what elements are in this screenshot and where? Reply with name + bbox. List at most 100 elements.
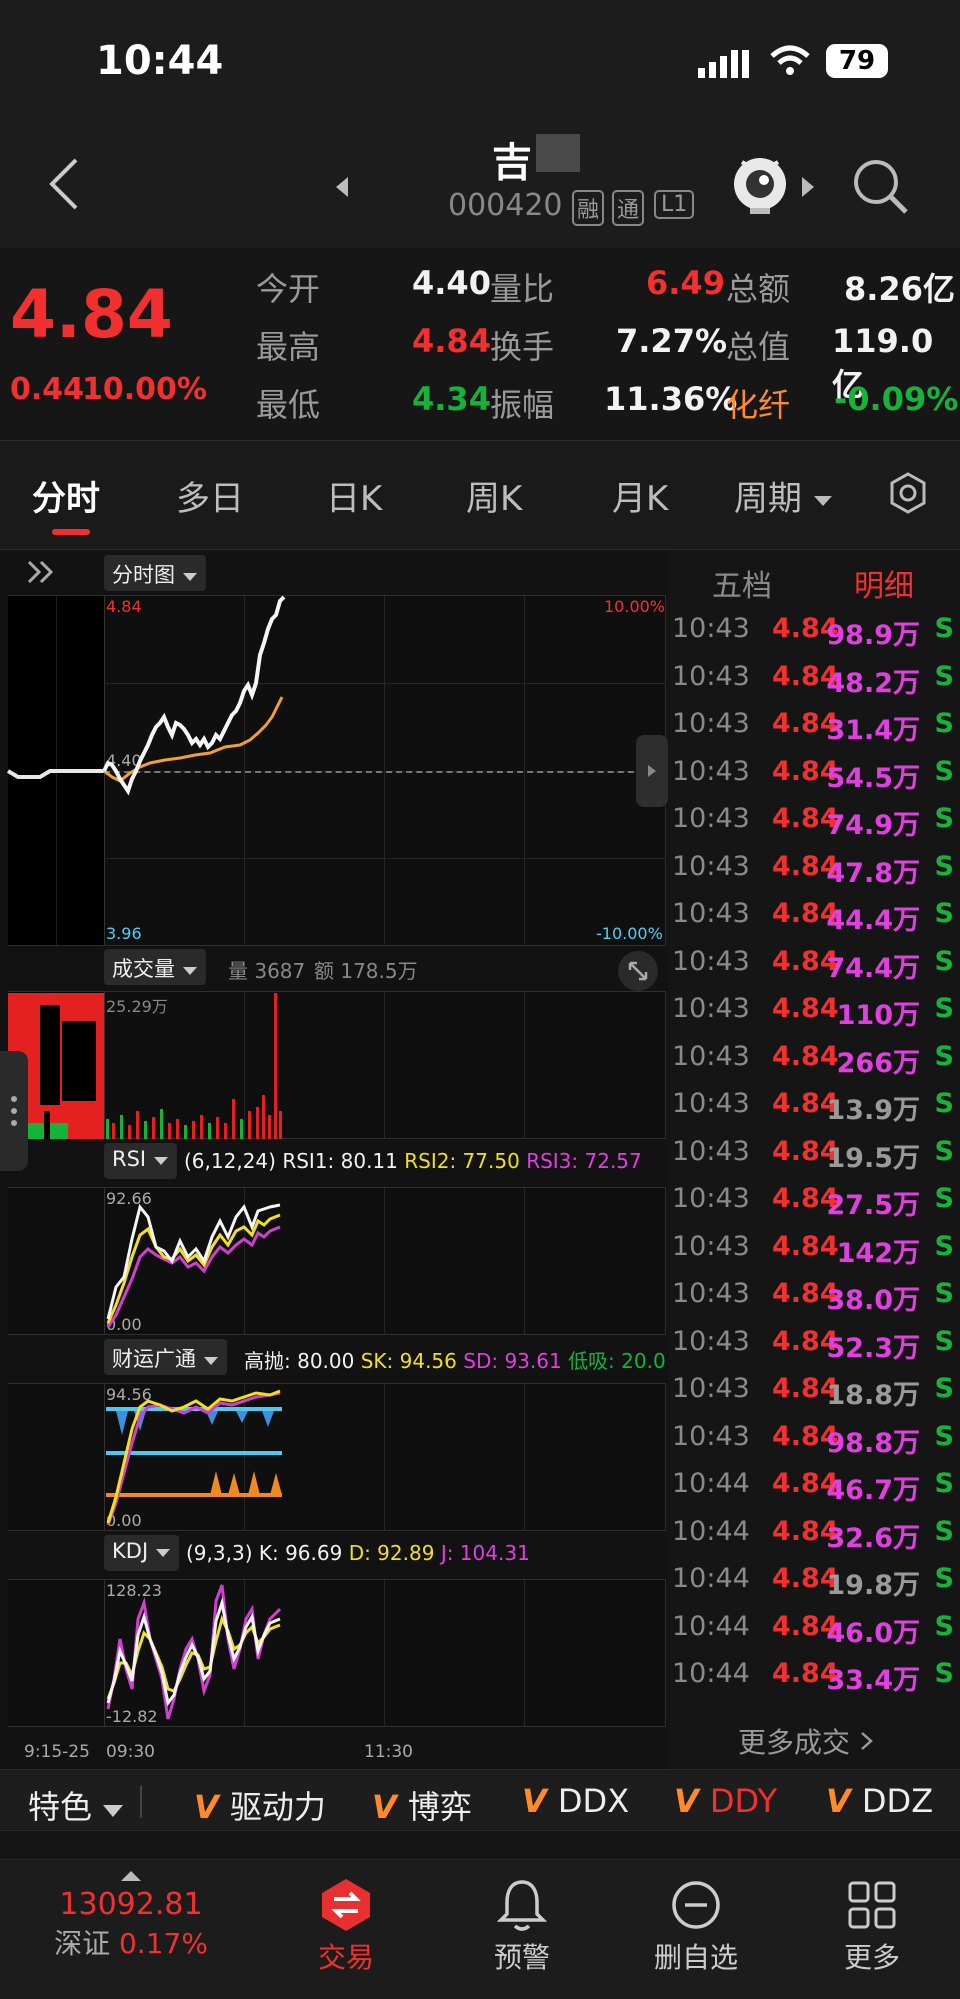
indicator-item-ddz[interactable]: V DDZ: [826, 1782, 933, 1820]
status-time: 10:44: [96, 38, 224, 84]
kdj-label: KDJ: [112, 1539, 149, 1563]
chart-area: 分时图 4.84 10.00% 4.40 3.96 -10.00% 成交量 量 …: [0, 551, 668, 1769]
tab-daily-k[interactable]: 日K: [326, 471, 382, 520]
sector-label[interactable]: 化纤: [726, 380, 790, 426]
signal-icon: [698, 48, 752, 82]
nav-alert[interactable]: 预警: [452, 1874, 592, 1976]
trade-side: S: [934, 708, 954, 739]
wifi-icon: [770, 44, 810, 82]
trade-row: 10:43 4.84 110万 S: [668, 993, 960, 1041]
chevron-down-icon: [155, 1549, 170, 1557]
stat-label: 最高: [256, 328, 321, 366]
indicator-item-ddx[interactable]: V DDX: [522, 1782, 629, 1820]
trade-volume: 46.0万: [826, 1617, 920, 1649]
rsi3-value: RSI3: 72.57: [526, 1149, 642, 1173]
tab-trade-detail[interactable]: 明细: [854, 561, 914, 605]
tab-monthly-k[interactable]: 月K: [612, 471, 668, 520]
trade-volume: 142万: [836, 1237, 920, 1269]
stat-row-1: 今开 4.40 量比 6.49 总额 8.26亿: [0, 264, 960, 314]
trade-volume: 266万: [836, 1047, 920, 1079]
back-icon[interactable]: [44, 154, 84, 218]
indicator-item-label: DDX: [557, 1782, 630, 1820]
trade-time: 10:44: [672, 1610, 750, 1642]
stat-label: 总额: [726, 270, 791, 308]
trade-side: S: [934, 660, 954, 692]
stock-name: 吉: [492, 140, 532, 186]
trade-time: 10:43: [672, 1373, 750, 1404]
sk-value: SK: 94.56: [360, 1349, 457, 1373]
trade-volume: 74.9万: [826, 810, 920, 841]
trade-row: 10:43 4.84 74.9万 S: [668, 803, 960, 851]
more-trades-link[interactable]: 更多成交: [738, 1721, 875, 1761]
collapse-sidebar-icon[interactable]: [26, 559, 56, 589]
amount-info: 额 178.5万: [314, 959, 418, 983]
indicator-selector[interactable]: 财运广通: [104, 1339, 227, 1375]
indicator-item-game[interactable]: V 博弈: [372, 1782, 472, 1828]
rsi-readout: (6,12,24) RSI1: 80.11 RSI2: 77.50 RSI3: …: [184, 1149, 642, 1173]
nav-trade[interactable]: 交易: [276, 1874, 416, 1976]
kdj-selector[interactable]: KDJ: [104, 1535, 179, 1571]
sd-value: SD: 93.61: [463, 1349, 562, 1373]
stat-value: 6.49: [646, 264, 725, 302]
trade-volume: 27.5万: [826, 1190, 920, 1221]
next-stock-icon[interactable]: [800, 176, 816, 202]
trade-row: 10:44 4.84 32.6万 S: [668, 1516, 960, 1564]
trade-side: S: [934, 613, 954, 644]
trade-volume: 52.3万: [826, 1332, 920, 1364]
nav-remove-watchlist-label: 删自选: [653, 1941, 738, 1974]
trade-time: 10:43: [672, 945, 750, 977]
grid-icon: [848, 1881, 896, 1929]
settings-icon[interactable]: [886, 471, 930, 519]
quote-panel: 4.84 0.44 10.00% 今开 4.40 量比 6.49 总额 8.26…: [0, 248, 960, 440]
fullscreen-icon[interactable]: [618, 951, 658, 991]
kdj-k-value: K: 96.69: [258, 1541, 343, 1565]
name-redaction: [536, 134, 580, 172]
indicator-item-driving[interactable]: V 驱动力: [194, 1782, 326, 1828]
trade-time: 10:43: [672, 898, 750, 929]
tab-intraday[interactable]: 分时: [32, 471, 100, 520]
chevron-down-icon: [153, 1157, 168, 1165]
trade-time: 10:43: [672, 1420, 750, 1452]
tab-period[interactable]: 周期: [734, 471, 833, 520]
stat-label: 量比: [490, 270, 555, 308]
trade-time: 10:43: [672, 803, 750, 834]
indicator-label: 财运广通: [112, 1347, 196, 1371]
v-icon: V: [826, 1782, 862, 1820]
indicator-item-label: DDY: [709, 1782, 777, 1820]
indicator-item-ddy[interactable]: V DDY: [674, 1782, 777, 1820]
nav-more[interactable]: 更多: [802, 1874, 942, 1976]
tab-multi-day[interactable]: 多日: [176, 471, 244, 520]
special-dropdown[interactable]: 特色: [28, 1782, 124, 1828]
nav-remove-watchlist[interactable]: 删自选: [626, 1874, 766, 1976]
trade-time: 10:43: [672, 1325, 750, 1357]
prev-stock-icon[interactable]: [334, 176, 350, 202]
trade-row: 10:43 4.84 54.5万 S: [668, 756, 960, 804]
tab-period-label: 周期: [734, 479, 802, 519]
rsi-selector[interactable]: RSI: [104, 1143, 177, 1179]
main-chart-selector[interactable]: 分时图: [104, 555, 206, 591]
nav-alert-label: 预警: [493, 1941, 550, 1974]
stat-value: 4.40: [412, 264, 491, 302]
pre-market-line: [6, 769, 104, 779]
volume-selector[interactable]: 成交量: [104, 949, 206, 985]
tab-weekly-k[interactable]: 周K: [466, 471, 522, 520]
trade-time: 10:44: [672, 1658, 750, 1689]
remove-circle-icon: [672, 1881, 720, 1929]
drawer-handle[interactable]: [0, 1051, 28, 1171]
index-ticker[interactable]: 13092.81 深证 0.17%: [36, 1868, 226, 1962]
mascot-icon[interactable]: [728, 148, 794, 220]
rsi2-value: RSI2: 77.50: [404, 1149, 520, 1173]
search-icon[interactable]: [850, 156, 910, 220]
tab-order-book[interactable]: 五档: [712, 561, 772, 605]
v-icon: V: [372, 1788, 408, 1826]
trade-side: S: [934, 1420, 954, 1452]
indicator-readout: 高抛: 80.00 SK: 94.56 SD: 93.61 低吸: 20.0: [244, 1345, 668, 1374]
trade-time: 10:43: [672, 850, 750, 882]
trade-side: S: [934, 1610, 954, 1642]
volume-info: 量 3687: [228, 959, 306, 983]
trade-volume: 32.6万: [826, 1522, 920, 1554]
trade-row: 10:43 4.84 18.8万 S: [668, 1373, 960, 1421]
trade-volume: 33.4万: [826, 1665, 920, 1696]
stat-label: 换手: [490, 328, 555, 366]
kdj-d-value: D: 92.89: [348, 1541, 435, 1565]
